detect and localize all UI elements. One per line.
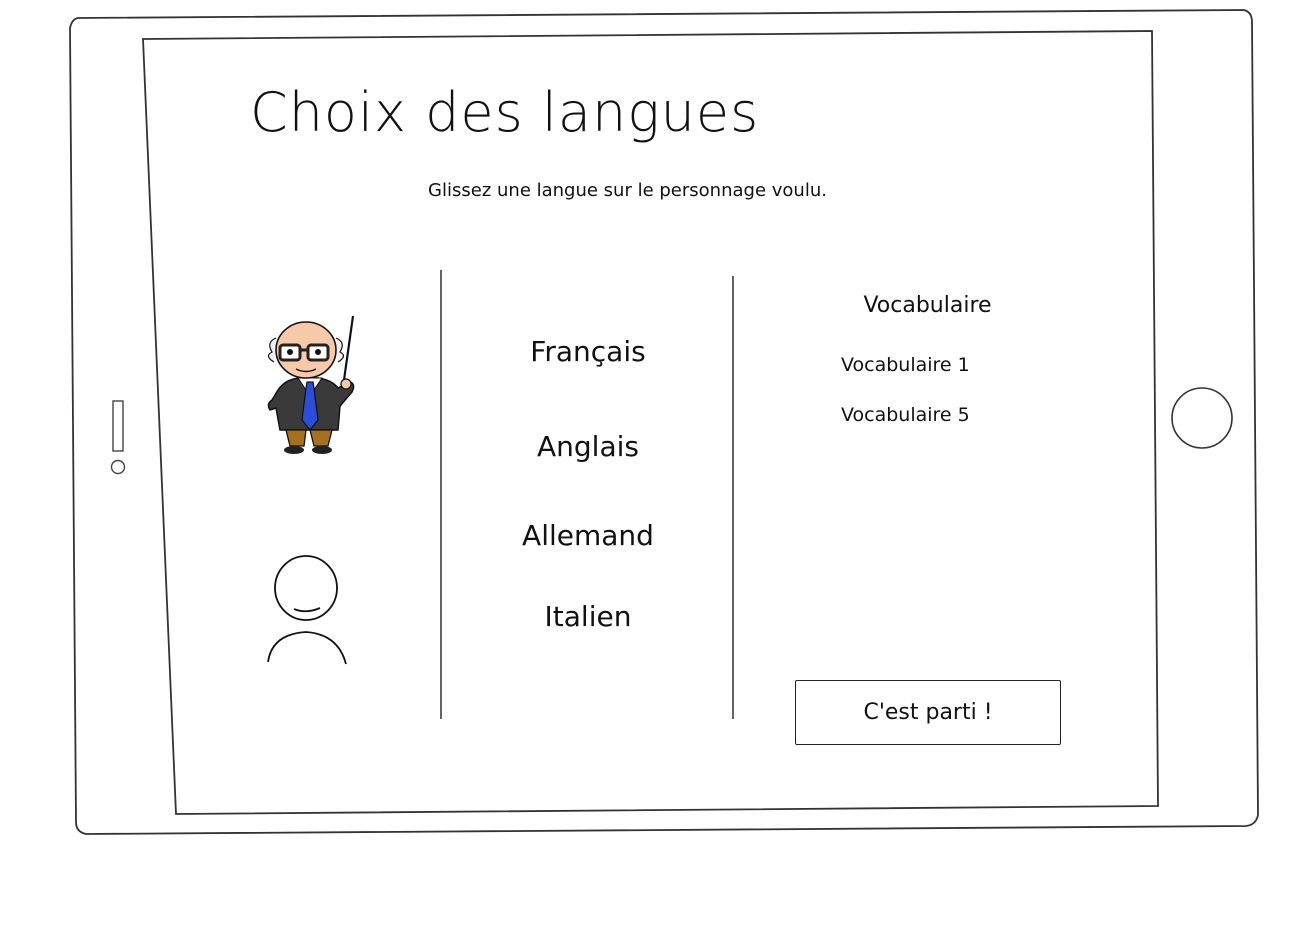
language-list: Français Anglais Allemand Italien	[443, 0, 733, 945]
teacher-drop-target[interactable]	[258, 312, 364, 456]
vocabulary-item[interactable]: Vocabulaire 1	[841, 352, 970, 378]
camera-lens-icon	[110, 459, 126, 475]
language-italien[interactable]: Italien	[443, 599, 733, 635]
home-button[interactable]	[1171, 387, 1233, 449]
camera-slot-icon	[112, 400, 124, 452]
vocabulary-item[interactable]: Vocabulaire 5	[841, 402, 970, 428]
language-allemand[interactable]: Allemand	[443, 518, 733, 554]
vocabulary-header: Vocabulaire	[863, 293, 992, 318]
language-anglais[interactable]: Anglais	[443, 429, 733, 465]
start-button[interactable]: C'est parti !	[795, 680, 1061, 745]
language-francais[interactable]: Français	[443, 334, 733, 370]
tablet-mockup: Choix des langues Glissez une langue sur…	[0, 0, 1308, 945]
teacher-character-icon	[267, 315, 355, 454]
student-drop-target[interactable]	[266, 554, 348, 666]
person-placeholder-icon	[267, 555, 347, 665]
